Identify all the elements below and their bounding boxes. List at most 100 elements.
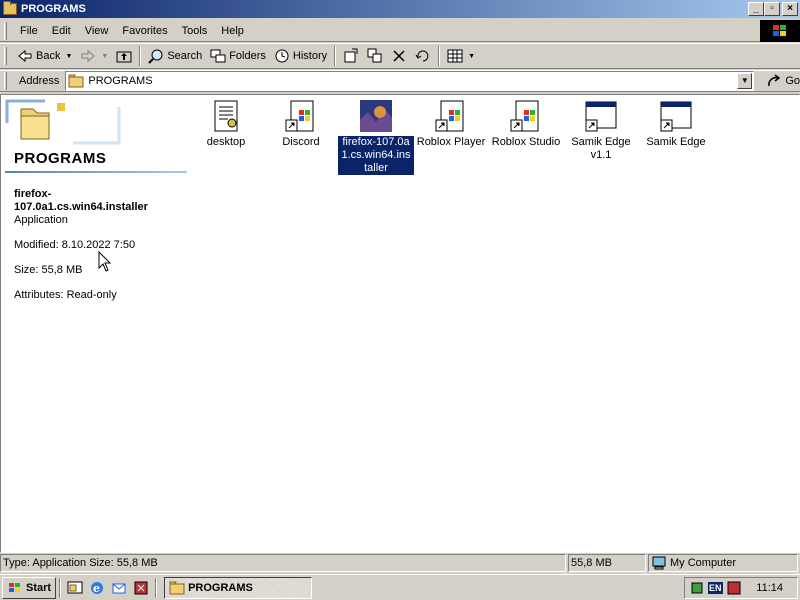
address-dropdown-button[interactable]: ▼: [737, 73, 753, 89]
file-item-roblox-studio[interactable]: Roblox Studio: [488, 100, 564, 149]
folders-button[interactable]: Folders: [206, 45, 270, 67]
folder-view[interactable]: PROGRAMS firefox-107.0a1.cs.win64.instal…: [0, 94, 800, 553]
clock: 11:14: [756, 582, 783, 594]
taskbar-separator: [155, 577, 158, 598]
views-button[interactable]: ▼: [443, 45, 479, 67]
up-folder-icon: [116, 48, 132, 64]
menu-tools[interactable]: Tools: [175, 25, 215, 37]
toolbar-separator: [139, 46, 142, 66]
computer-icon: [651, 555, 667, 571]
menu-file[interactable]: File: [13, 25, 45, 37]
file-item-roblox-player[interactable]: Roblox Player: [413, 100, 489, 149]
folders-icon: [210, 48, 226, 64]
show-desktop-icon[interactable]: [67, 580, 83, 596]
selected-file-size: Size: 55,8 MB: [14, 264, 83, 276]
selected-file-modified: Modified: 8.10.2022 7:50: [14, 239, 136, 251]
folder-icon: [3, 1, 17, 15]
menu-help[interactable]: Help: [214, 25, 251, 37]
undo-icon: [415, 48, 431, 64]
address-value: PROGRAMS: [88, 75, 153, 87]
file-item-samik-edge[interactable]: Samik Edge: [638, 100, 714, 149]
text-document-icon: [210, 100, 242, 132]
search-label: Search: [167, 50, 203, 62]
views-grid-icon: [447, 48, 463, 64]
go-label: Go: [785, 75, 800, 87]
chevron-down-icon[interactable]: ▼: [468, 53, 475, 60]
outlook-express-icon[interactable]: [111, 580, 127, 596]
restore-button[interactable]: ▫: [764, 2, 780, 16]
menu-view[interactable]: View: [78, 25, 116, 37]
language-indicator[interactable]: EN: [708, 582, 723, 594]
forward-button[interactable]: ▼: [76, 45, 112, 67]
delete-button[interactable]: [387, 45, 411, 67]
toolbar-separator: [334, 46, 337, 66]
go-button[interactable]: Go: [766, 73, 800, 89]
minimize-button[interactable]: _: [748, 2, 764, 16]
status-zone: My Computer: [648, 554, 798, 572]
up-folder-button[interactable]: [112, 45, 136, 67]
safely-remove-icon[interactable]: [689, 580, 705, 596]
copy-to-icon: [367, 48, 383, 64]
file-label: Roblox Studio: [491, 136, 561, 148]
history-icon: [274, 48, 290, 64]
installer-icon: [360, 100, 392, 132]
task-label: PROGRAMS: [188, 581, 253, 594]
windows-logo-icon: [760, 20, 800, 42]
shortcut-app-icon: [435, 100, 467, 132]
label-line: v1.1: [590, 149, 612, 161]
back-button[interactable]: Back ▼: [13, 45, 76, 67]
status-description: Type: Application Size: 55,8 MB: [0, 554, 566, 572]
move-to-button[interactable]: [339, 45, 363, 67]
move-to-icon: [343, 48, 359, 64]
title-bar: PROGRAMS _ ▫ ×: [0, 0, 800, 18]
search-icon: [148, 48, 164, 64]
copy-to-button[interactable]: [363, 45, 387, 67]
shortcut-app-icon: [285, 100, 317, 132]
taskbar-button-programs[interactable]: PROGRAMS: [164, 576, 313, 599]
start-label: Start: [26, 581, 52, 594]
label-line: firefox-107.0a: [342, 136, 410, 148]
address-input[interactable]: PROGRAMS ▼: [65, 71, 755, 91]
window-title: PROGRAMS: [21, 3, 86, 15]
selected-file-attributes: Attributes: Read-only: [14, 289, 117, 301]
taskbar-separator: [59, 577, 62, 598]
tray-app-icon[interactable]: [726, 580, 742, 596]
start-button[interactable]: Start: [2, 576, 57, 599]
web-view-pane: PROGRAMS firefox-107.0a1.cs.win64.instal…: [1, 95, 191, 552]
file-item-discord[interactable]: Discord: [263, 100, 339, 149]
chevron-down-icon[interactable]: ▼: [65, 53, 72, 60]
close-button[interactable]: ×: [782, 2, 798, 16]
windows-flag-icon: [7, 580, 23, 596]
folder-icon: [68, 74, 84, 88]
file-item-desktop[interactable]: desktop: [188, 100, 264, 149]
toolbar-separator: [438, 46, 441, 66]
back-label: Back: [36, 50, 61, 62]
label-line: 1.cs.win64.ins: [341, 149, 411, 161]
file-label: firefox-107.0a 1.cs.win64.ins taller: [338, 136, 414, 175]
file-item-samik-edge-v1-1[interactable]: Samik Edge v1.1: [563, 100, 639, 162]
address-bar: Address PROGRAMS ▼ Go: [0, 70, 800, 92]
chevron-down-icon[interactable]: ▼: [101, 53, 108, 60]
toolbar-grip: [4, 47, 7, 65]
shortcut-window-icon: [660, 100, 692, 132]
undo-button[interactable]: [411, 45, 435, 67]
svg-text:e: e: [93, 582, 100, 595]
internet-explorer-icon[interactable]: e: [89, 580, 105, 596]
shortcut-window-icon: [585, 100, 617, 132]
app-quicklaunch-icon[interactable]: [133, 580, 149, 596]
forward-arrow-icon: [80, 48, 96, 64]
pane-title: PROGRAMS: [14, 150, 107, 167]
history-button[interactable]: History: [270, 45, 331, 67]
file-label: Roblox Player: [416, 136, 486, 148]
system-tray: EN 11:14: [684, 577, 798, 599]
menu-favorites[interactable]: Favorites: [115, 25, 174, 37]
menu-grip: [4, 21, 7, 40]
zone-label: My Computer: [670, 557, 737, 569]
address-label: Address: [19, 75, 60, 87]
menu-edit[interactable]: Edit: [45, 25, 78, 37]
history-label: History: [292, 50, 328, 62]
search-button[interactable]: Search: [144, 45, 206, 67]
file-label: Samik Edge v1.1: [563, 136, 639, 162]
file-item-firefox-installer[interactable]: firefox-107.0a 1.cs.win64.ins taller: [338, 100, 414, 175]
file-label: Discord: [282, 136, 320, 148]
